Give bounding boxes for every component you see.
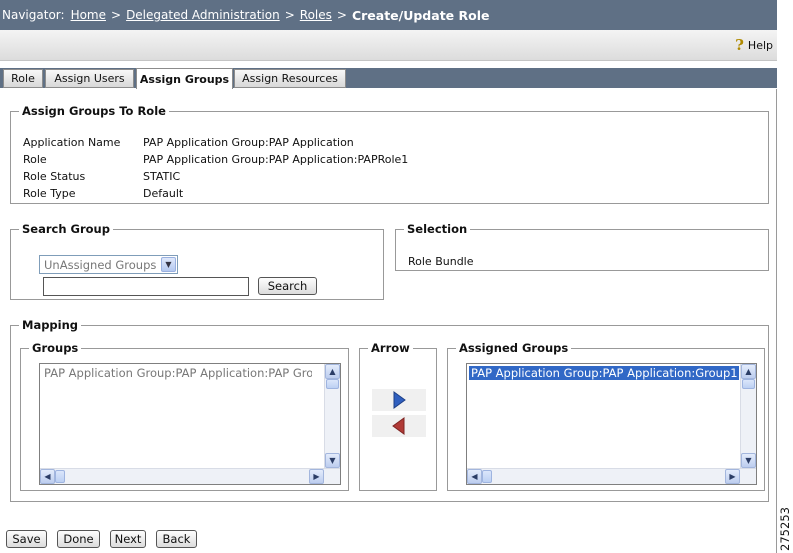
figure-code: 275253 bbox=[776, 505, 793, 553]
group-filter-value: UnAssigned Groups bbox=[44, 257, 157, 272]
role-bundle-label: Role Bundle bbox=[408, 255, 474, 268]
scroll-up-icon[interactable]: ▲ bbox=[741, 364, 756, 379]
remove-from-assigned-button[interactable] bbox=[372, 415, 426, 437]
search-group-box: Search Group UnAssigned Groups ▼ Search bbox=[10, 222, 384, 300]
arrow-left-icon bbox=[392, 417, 405, 435]
horizontal-scrollbar[interactable]: ◀ ▶ bbox=[467, 468, 756, 484]
scroll-up-icon[interactable]: ▲ bbox=[325, 364, 340, 379]
role-status-value: STATIC bbox=[143, 170, 181, 183]
navigator-bar: Navigator: Home > Delegated Administrati… bbox=[0, 0, 777, 30]
role-info-title: Assign Groups To Role bbox=[19, 104, 169, 118]
search-button[interactable]: Search bbox=[258, 277, 317, 295]
help-question-icon: ? bbox=[735, 36, 744, 54]
save-button[interactable]: Save bbox=[6, 530, 47, 548]
vertical-scrollbar[interactable]: ▲ ▼ bbox=[324, 364, 340, 468]
selection-title: Selection bbox=[404, 222, 471, 236]
add-to-assigned-button[interactable] bbox=[372, 389, 426, 411]
arrow-title: Arrow bbox=[368, 341, 413, 355]
arrow-box: Arrow bbox=[359, 341, 437, 491]
role-value: PAP Application Group:PAP Application:PA… bbox=[143, 153, 409, 166]
mapping-title: Mapping bbox=[19, 318, 82, 332]
tab-assign-resources[interactable]: Assign Resources bbox=[234, 69, 346, 88]
vertical-scrollbar[interactable]: ▲ ▼ bbox=[740, 364, 756, 468]
scroll-thumb[interactable] bbox=[326, 379, 339, 389]
breadcrumb-delegated-administration-link[interactable]: Delegated Administration bbox=[126, 8, 280, 22]
tab-assign-groups[interactable]: Assign Groups bbox=[136, 68, 233, 89]
scroll-down-icon[interactable]: ▼ bbox=[741, 453, 756, 468]
group-search-input[interactable] bbox=[43, 277, 249, 296]
tab-panel: Assign Groups To Role Application Name P… bbox=[0, 89, 777, 553]
assigned-groups-list[interactable]: PAP Application Group:PAP Application:Gr… bbox=[466, 363, 757, 485]
scroll-left-icon[interactable]: ◀ bbox=[40, 469, 55, 484]
role-label: Role bbox=[23, 153, 47, 166]
mapping-box: Mapping Groups PAP Application Group:PAP… bbox=[10, 318, 769, 502]
arrow-right-icon bbox=[393, 391, 406, 409]
group-filter-select[interactable]: UnAssigned Groups ▼ bbox=[39, 255, 178, 274]
list-item[interactable]: PAP Application Group:PAP Application:Gr… bbox=[469, 366, 739, 380]
breadcrumb-home-link[interactable]: Home bbox=[71, 8, 106, 22]
tab-assign-users[interactable]: Assign Users bbox=[45, 69, 134, 88]
available-groups-list[interactable]: PAP Application Group:PAP Application:PA… bbox=[39, 363, 341, 485]
scroll-down-icon[interactable]: ▼ bbox=[325, 453, 340, 468]
horizontal-scrollbar[interactable]: ◀ ▶ bbox=[40, 468, 340, 484]
breadcrumb-separator: > bbox=[111, 8, 122, 22]
assigned-groups-title: Assigned Groups bbox=[456, 341, 572, 355]
scroll-left-icon[interactable]: ◀ bbox=[467, 469, 482, 484]
scroll-right-icon[interactable]: ▶ bbox=[309, 469, 324, 484]
role-type-label: Role Type bbox=[23, 187, 76, 200]
application-name-label: Application Name bbox=[23, 136, 121, 149]
breadcrumb-roles-link[interactable]: Roles bbox=[300, 8, 332, 22]
page-title: Create/Update Role bbox=[351, 7, 490, 23]
scroll-thumb[interactable] bbox=[482, 470, 492, 483]
help-link[interactable]: ? Help bbox=[735, 36, 773, 54]
tab-role[interactable]: Role bbox=[3, 69, 43, 88]
next-button[interactable]: Next bbox=[110, 530, 146, 548]
scroll-right-icon[interactable]: ▶ bbox=[725, 469, 740, 484]
breadcrumb-separator: > bbox=[284, 8, 295, 22]
navigator-label: Navigator: bbox=[2, 8, 65, 22]
done-button[interactable]: Done bbox=[57, 530, 100, 548]
back-button[interactable]: Back bbox=[156, 530, 197, 548]
assigned-groups-box: Assigned Groups PAP Application Group:PA… bbox=[447, 341, 765, 491]
help-label: Help bbox=[747, 38, 773, 52]
help-toolbar: ? Help bbox=[0, 30, 777, 61]
application-name-value: PAP Application Group:PAP Application bbox=[143, 136, 354, 149]
scroll-thumb[interactable] bbox=[742, 379, 755, 389]
scroll-thumb[interactable] bbox=[55, 470, 65, 483]
role-info-group: Assign Groups To Role Application Name P… bbox=[10, 104, 769, 204]
groups-title: Groups bbox=[29, 341, 82, 355]
groups-box: Groups PAP Application Group:PAP Applica… bbox=[20, 341, 349, 491]
breadcrumb-separator: > bbox=[336, 8, 347, 22]
search-group-title: Search Group bbox=[19, 222, 113, 236]
chevron-down-icon: ▼ bbox=[161, 257, 176, 272]
role-status-label: Role Status bbox=[23, 170, 86, 183]
figure-code-text: 275253 bbox=[777, 507, 792, 551]
selection-box: Selection Role Bundle bbox=[395, 222, 769, 271]
list-item[interactable]: PAP Application Group:PAP Application:PA… bbox=[42, 366, 312, 380]
role-type-value: Default bbox=[143, 187, 184, 200]
